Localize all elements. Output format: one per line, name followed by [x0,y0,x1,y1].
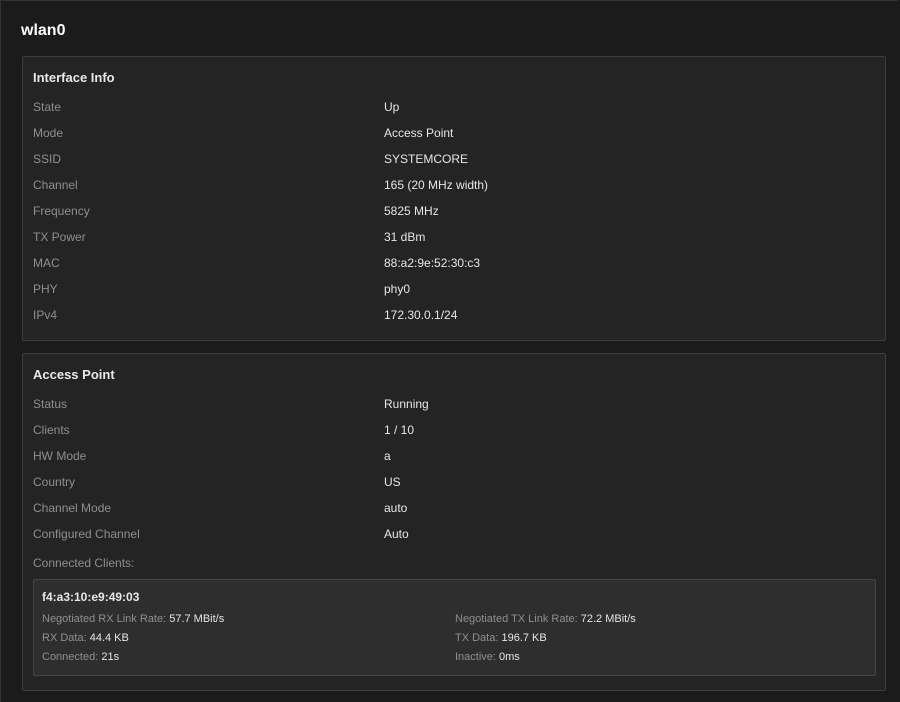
interface-info-title: Interface Info [33,70,115,85]
client-connected-value: 21s [101,651,120,663]
info-value: SYSTEMCORE [384,152,469,166]
ap-label: HW Mode [33,449,87,463]
client-rx-data: RX Data: 44.4 KB [42,632,129,644]
info-row-ipv4: IPv4 172.30.0.1/24 [33,308,873,334]
info-value: 172.30.0.1/24 [384,308,458,322]
ap-label: Configured Channel [33,527,140,541]
client-tx-data-label: TX Data: [455,632,499,644]
info-value: 165 (20 MHz width) [384,178,489,192]
info-label: Frequency [33,204,90,218]
info-value: 88:a2:9e:52:30:c3 [384,256,481,270]
info-row-channel: Channel 165 (20 MHz width) [33,178,873,204]
ap-label: Clients [33,423,70,437]
info-value: 5825 MHz [384,204,439,218]
client-rx-data-value: 44.4 KB [89,632,129,644]
interface-info-rows: State Up Mode Access Point SSID SYSTEMCO… [33,100,873,334]
client-rx-data-label: RX Data: [42,632,87,644]
info-value: Up [384,100,400,114]
client-rx-rate-value: 57.7 MBit/s [169,613,225,625]
ap-label: Channel Mode [33,501,112,515]
page-title: wlan0 [21,22,66,39]
access-point-title: Access Point [33,367,115,382]
info-label: PHY [33,282,58,296]
info-label: TX Power [33,230,86,244]
info-label: Mode [33,126,64,140]
client-rx-rate: Negotiated RX Link Rate: 57.7 MBit/s [42,613,224,625]
client-tx-data: TX Data: 196.7 KB [455,632,547,644]
info-label: Channel [33,178,78,192]
ap-row-status: Status Running [33,397,873,423]
client-tx-rate-value: 72.2 MBit/s [580,613,636,625]
ap-row-channel-mode: Channel Mode auto [33,501,873,527]
ap-label: Status [33,397,68,411]
client-tx-rate: Negotiated TX Link Rate: 72.2 MBit/s [455,613,636,625]
ap-value: 1 / 10 [384,423,415,437]
ap-value: a [384,449,391,463]
interface-page: wlan0 Interface Info State Up Mode Acces… [0,0,898,702]
info-row-tx-power: TX Power 31 dBm [33,230,873,256]
info-row-ssid: SSID SYSTEMCORE [33,152,873,178]
client-inactive: Inactive: 0ms [455,651,520,663]
ap-row-clients: Clients 1 / 10 [33,423,873,449]
info-value: phy0 [384,282,411,296]
client-connected-label: Connected: [42,651,99,663]
connected-clients-label: Connected Clients: [33,556,135,570]
client-rx-rate-label: Negotiated RX Link Rate: [42,613,167,625]
info-label: SSID [33,152,62,166]
info-label: IPv4 [33,308,58,322]
ap-row-hw-mode: HW Mode a [33,449,873,475]
info-label: MAC [33,256,60,270]
info-value: 31 dBm [384,230,426,244]
info-row-phy: PHY phy0 [33,282,873,308]
ap-value: auto [384,501,408,515]
client-inactive-label: Inactive: [455,651,496,663]
client-inactive-value: 0ms [499,651,520,663]
ap-value: US [384,475,401,489]
client-card: f4:a3:10:e9:49:03 Negotiated RX Link Rat… [33,579,876,676]
client-mac: f4:a3:10:e9:49:03 [42,590,140,604]
info-row-state: State Up [33,100,873,126]
ap-value: Auto [384,527,409,541]
ap-value: Running [384,397,429,411]
access-point-rows: Status Running Clients 1 / 10 HW Mode a … [33,397,873,553]
client-tx-rate-label: Negotiated TX Link Rate: [455,613,578,625]
info-row-frequency: Frequency 5825 MHz [33,204,873,230]
client-connected: Connected: 21s [42,651,119,663]
info-row-mode: Mode Access Point [33,126,873,152]
client-tx-data-value: 196.7 KB [501,632,547,644]
ap-row-configured-channel: Configured Channel Auto [33,527,873,553]
info-label: State [33,100,62,114]
info-value: Access Point [384,126,454,140]
ap-row-country: Country US [33,475,873,501]
access-point-panel: Access Point Status Running Clients 1 / … [22,353,886,691]
interface-info-panel: Interface Info State Up Mode Access Poin… [22,56,886,341]
info-row-mac: MAC 88:a2:9e:52:30:c3 [33,256,873,282]
ap-label: Country [33,475,76,489]
